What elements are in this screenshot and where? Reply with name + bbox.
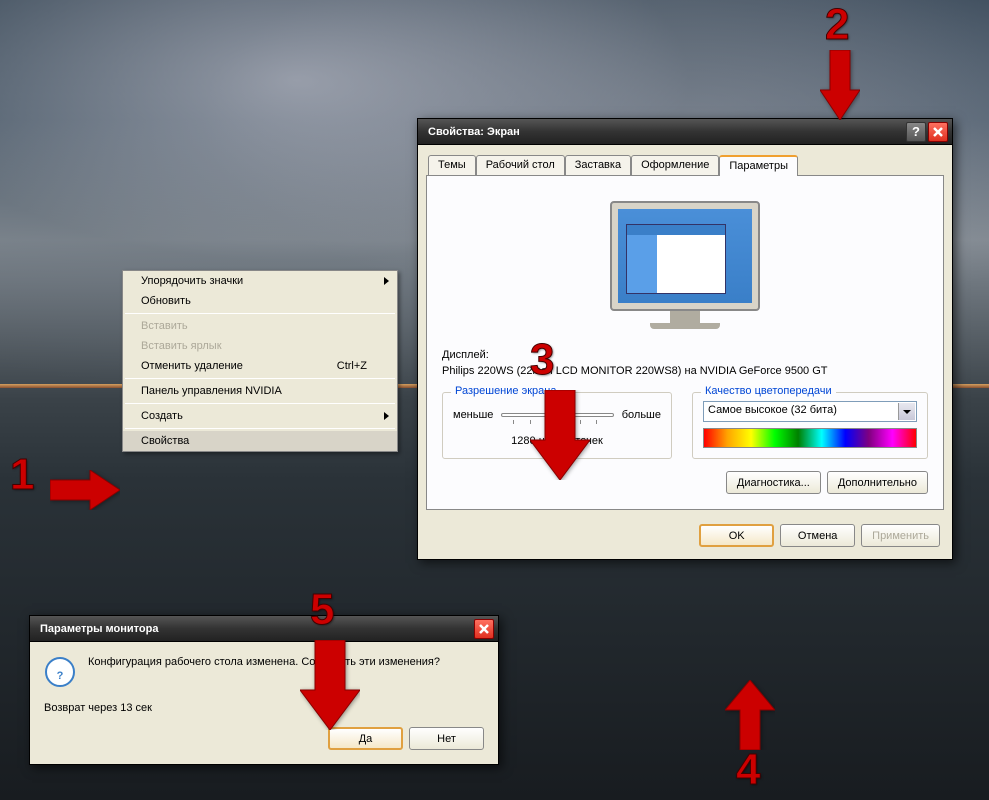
titlebar[interactable]: Параметры монитора [30, 616, 498, 642]
dialog-title: Параметры монитора [40, 623, 472, 635]
menu-separator [125, 428, 395, 429]
tab-strip: Темы Рабочий стол Заставка Оформление Па… [418, 145, 952, 175]
monitor-settings-confirm-dialog: Параметры монитора ? Конфигурация рабоче… [29, 615, 499, 765]
question-icon: ? [44, 656, 76, 688]
troubleshoot-button[interactable]: Диагностика... [726, 471, 821, 494]
resolution-less-label: меньше [453, 409, 493, 421]
resolution-slider[interactable] [501, 413, 613, 417]
color-quality-combo[interactable]: Самое высокое (32 бита) [703, 401, 917, 422]
menu-create[interactable]: Создать [123, 406, 397, 426]
menu-separator [125, 378, 395, 379]
menu-paste-shortcut: Вставить ярлык [123, 336, 397, 356]
menu-undo-delete[interactable]: Отменить удаление Ctrl+Z [123, 356, 397, 376]
color-spectrum [703, 428, 917, 448]
display-name: Philips 220WS (22inch LCD MONITOR 220WS8… [442, 365, 928, 377]
monitor-preview [442, 191, 928, 349]
close-icon [932, 126, 944, 138]
menu-label: Панель управления NVIDIA [141, 385, 282, 397]
chevron-down-icon [898, 403, 915, 420]
menu-separator [125, 403, 395, 404]
chevron-right-icon [384, 277, 389, 285]
color-quality-fieldset: Качество цветопередачи Самое высокое (32… [692, 392, 928, 459]
menu-label: Упорядочить значки [141, 275, 243, 287]
menu-refresh[interactable]: Обновить [123, 291, 397, 311]
close-button[interactable] [474, 619, 494, 639]
cancel-button[interactable]: Отмена [780, 524, 855, 547]
svg-text:?: ? [57, 670, 64, 682]
resolution-legend: Разрешение экрана [451, 385, 560, 397]
chevron-right-icon [384, 412, 389, 420]
menu-nvidia-panel[interactable]: Панель управления NVIDIA [123, 381, 397, 401]
tab-settings[interactable]: Параметры [719, 155, 798, 176]
resolution-more-label: больше [622, 409, 661, 421]
confirm-countdown: Возврат через 13 сек [30, 702, 498, 728]
resolution-value: 1280 на 800 точек [453, 435, 661, 447]
marker-4-arrow [725, 680, 775, 750]
tab-content-settings: Дисплей: Philips 220WS (22inch LCD MONIT… [426, 175, 944, 510]
menu-label: Вставить ярлык [141, 340, 222, 352]
tab-themes[interactable]: Темы [428, 155, 476, 175]
menu-label: Свойства [141, 435, 189, 447]
desktop-context-menu: Упорядочить значки Обновить Вставить Вст… [122, 270, 398, 452]
menu-arrange-icons[interactable]: Упорядочить значки [123, 271, 397, 291]
titlebar[interactable]: Свойства: Экран ? [418, 119, 952, 145]
marker-1: 1 [10, 450, 34, 500]
menu-properties[interactable]: Свойства [123, 431, 397, 451]
menu-label: Создать [141, 410, 183, 422]
color-quality-legend: Качество цветопередачи [701, 385, 836, 397]
no-button[interactable]: Нет [409, 727, 484, 750]
tab-screensaver[interactable]: Заставка [565, 155, 631, 175]
monitor-icon [610, 201, 760, 329]
marker-4: 4 [736, 745, 760, 795]
close-icon [478, 623, 490, 635]
dialog-title: Свойства: Экран [428, 126, 904, 138]
close-button[interactable] [928, 122, 948, 142]
marker-1-arrow [50, 470, 120, 510]
resolution-fieldset: Разрешение экрана меньше больше 1280 на … [442, 392, 672, 459]
slider-thumb[interactable] [552, 407, 563, 425]
apply-button: Применить [861, 524, 940, 547]
display-properties-dialog: Свойства: Экран ? Темы Рабочий стол Заст… [417, 118, 953, 560]
menu-label: Отменить удаление [141, 360, 243, 372]
help-button[interactable]: ? [906, 122, 926, 142]
menu-label: Вставить [141, 320, 188, 332]
menu-hotkey: Ctrl+Z [337, 360, 367, 372]
combo-value: Самое высокое (32 бита) [708, 404, 837, 416]
tab-appearance[interactable]: Оформление [631, 155, 719, 175]
advanced-button[interactable]: Дополнительно [827, 471, 928, 494]
display-label: Дисплей: [442, 349, 928, 361]
menu-separator [125, 313, 395, 314]
tab-desktop[interactable]: Рабочий стол [476, 155, 565, 175]
menu-label: Обновить [141, 295, 191, 307]
confirm-message: Конфигурация рабочего стола изменена. Со… [88, 656, 484, 688]
ok-button[interactable]: OK [699, 524, 774, 547]
menu-paste: Вставить [123, 316, 397, 336]
yes-button[interactable]: Да [328, 727, 403, 750]
